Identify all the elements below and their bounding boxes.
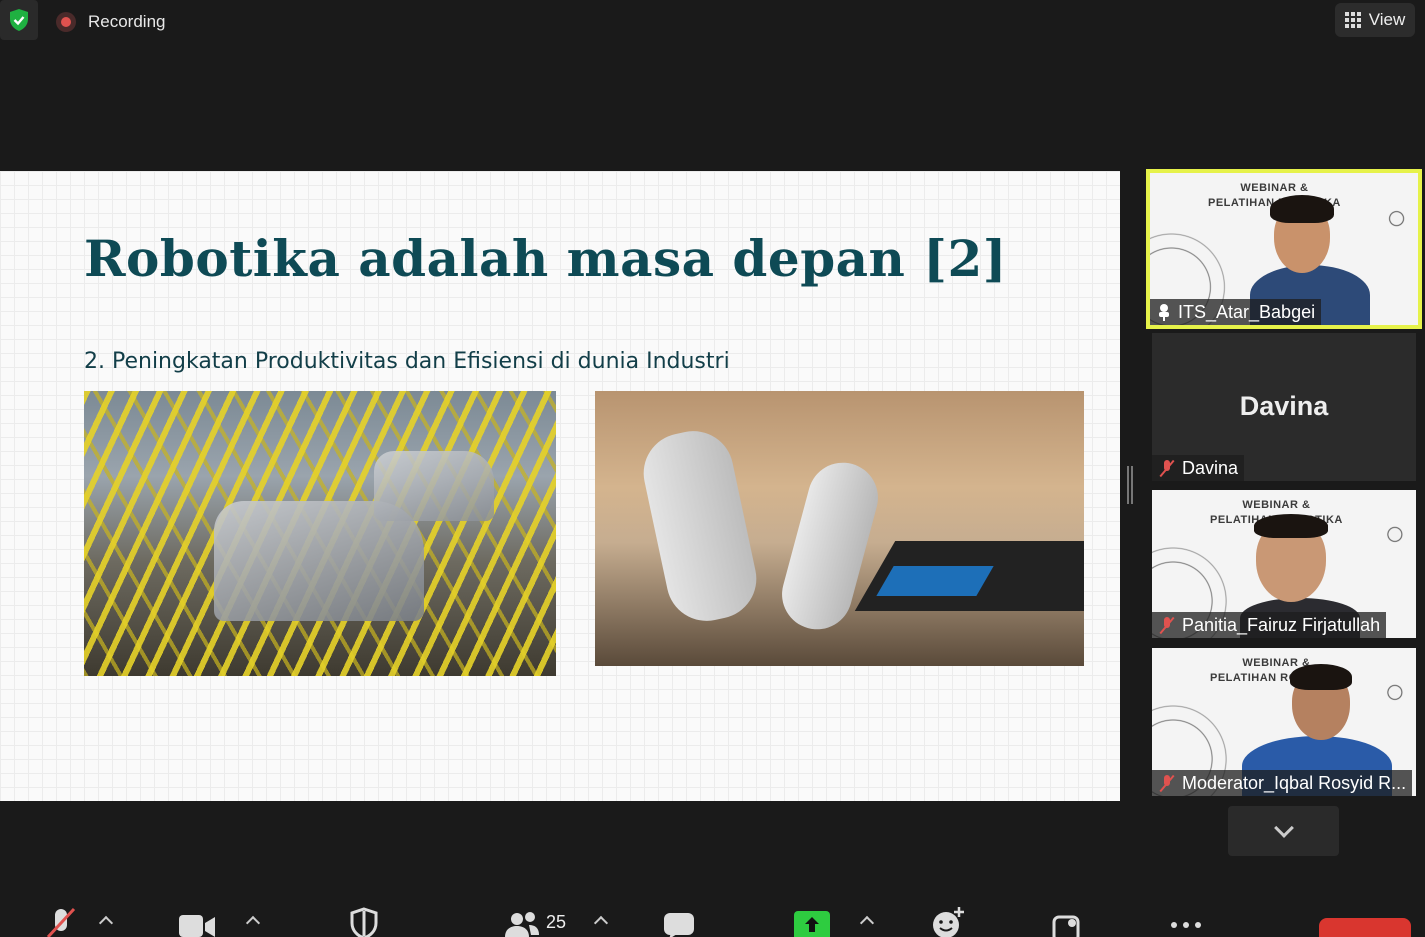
recording-indicator[interactable]: Recording bbox=[56, 12, 166, 32]
view-label: View bbox=[1368, 10, 1406, 29]
share-options-caret[interactable] bbox=[859, 915, 875, 931]
share-screen-button[interactable] bbox=[794, 905, 830, 937]
share-screen-arrow-icon bbox=[794, 911, 830, 937]
start-video-button[interactable] bbox=[178, 905, 216, 937]
security-shield-icon bbox=[350, 907, 378, 937]
mic-muted-icon bbox=[1158, 774, 1176, 792]
reactions-button[interactable] bbox=[931, 905, 967, 937]
more-button[interactable] bbox=[1169, 905, 1203, 937]
scroll-participants-down-button[interactable] bbox=[1228, 806, 1339, 856]
participant-name-label: Panitia_Fairuz Firjatullah bbox=[1152, 612, 1387, 638]
apps-button[interactable] bbox=[1051, 905, 1081, 937]
mic-muted-icon bbox=[46, 907, 76, 937]
participants-icon bbox=[505, 912, 539, 937]
recording-label: Recording bbox=[88, 12, 166, 31]
participants-count: 25 bbox=[546, 912, 567, 932]
robot-arms-lab-image bbox=[595, 391, 1084, 666]
video-camera-icon bbox=[179, 915, 215, 937]
participant-tile-active-speaker[interactable]: WEBINAR &PELATIHAN ROBOTIKA ITS_Atar_Bab… bbox=[1146, 169, 1422, 329]
chevron-down-icon bbox=[1273, 818, 1294, 838]
security-button[interactable] bbox=[349, 905, 379, 937]
mic-muted-icon bbox=[1158, 616, 1176, 634]
participant-avatar-name: Davina bbox=[1239, 391, 1329, 421]
speaker-pin-icon bbox=[1159, 304, 1169, 321]
participant-tile-moderator[interactable]: WEBINAR & PELATIHAN ROBOTIKA Moderator_Iq… bbox=[1152, 648, 1416, 796]
participants-options-caret[interactable] bbox=[593, 915, 609, 931]
apps-icon bbox=[1052, 915, 1080, 937]
audio-options-caret[interactable] bbox=[98, 915, 114, 931]
chat-button[interactable] bbox=[663, 905, 695, 937]
slide-title: Robotika adalah masa depan [2] bbox=[84, 229, 1007, 288]
grid-view-icon bbox=[1344, 12, 1361, 28]
participant-tile-fairuz[interactable]: WEBINAR &PELATIHAN ROBOTIKA Panitia_Fair… bbox=[1152, 490, 1416, 638]
participant-tile-davina[interactable]: Davina Davina bbox=[1152, 333, 1416, 481]
recording-dot-icon bbox=[56, 12, 76, 32]
shared-screen-slide: Robotika adalah masa depan [2] 2. Pening… bbox=[0, 171, 1120, 801]
participants-button[interactable] bbox=[503, 905, 541, 937]
slide-subtitle: 2. Peningkatan Produktivitas dan Efisien… bbox=[84, 349, 730, 374]
chat-bubble-icon bbox=[664, 913, 694, 937]
reaction-smiley-icon bbox=[933, 907, 964, 937]
mic-muted-icon bbox=[1158, 459, 1176, 477]
panel-resize-handle[interactable] bbox=[1127, 466, 1133, 504]
video-options-caret[interactable] bbox=[245, 915, 261, 931]
view-button[interactable]: View bbox=[1335, 3, 1415, 37]
car-factory-robots-image bbox=[84, 391, 556, 676]
unmute-button[interactable] bbox=[44, 905, 78, 937]
participant-name-label: Davina bbox=[1152, 455, 1245, 481]
participant-name-label: Moderator_Iqbal Rosyid R... bbox=[1152, 770, 1413, 796]
more-dots-icon bbox=[1171, 922, 1201, 928]
end-meeting-button[interactable] bbox=[1319, 918, 1411, 937]
security-shield-icon[interactable] bbox=[0, 0, 38, 40]
participant-name-label: ITS_Atar_Babgei bbox=[1150, 299, 1322, 325]
